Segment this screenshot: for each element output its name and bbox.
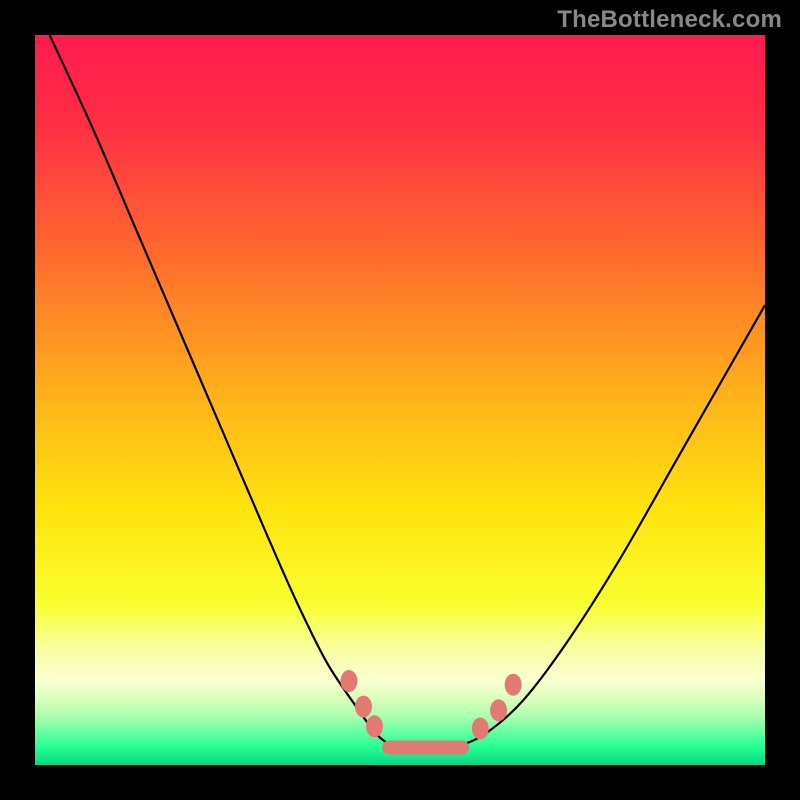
plot-background bbox=[35, 35, 765, 765]
curve-marker bbox=[366, 715, 383, 737]
curve-marker bbox=[472, 718, 489, 740]
curve-marker bbox=[340, 670, 357, 692]
curve-marker bbox=[355, 696, 372, 718]
watermark-text: TheBottleneck.com bbox=[557, 6, 782, 34]
curve-marker bbox=[505, 674, 522, 696]
curve-marker bbox=[490, 699, 507, 721]
chart-svg bbox=[0, 0, 800, 800]
chart-frame: TheBottleneck.com bbox=[0, 0, 800, 800]
